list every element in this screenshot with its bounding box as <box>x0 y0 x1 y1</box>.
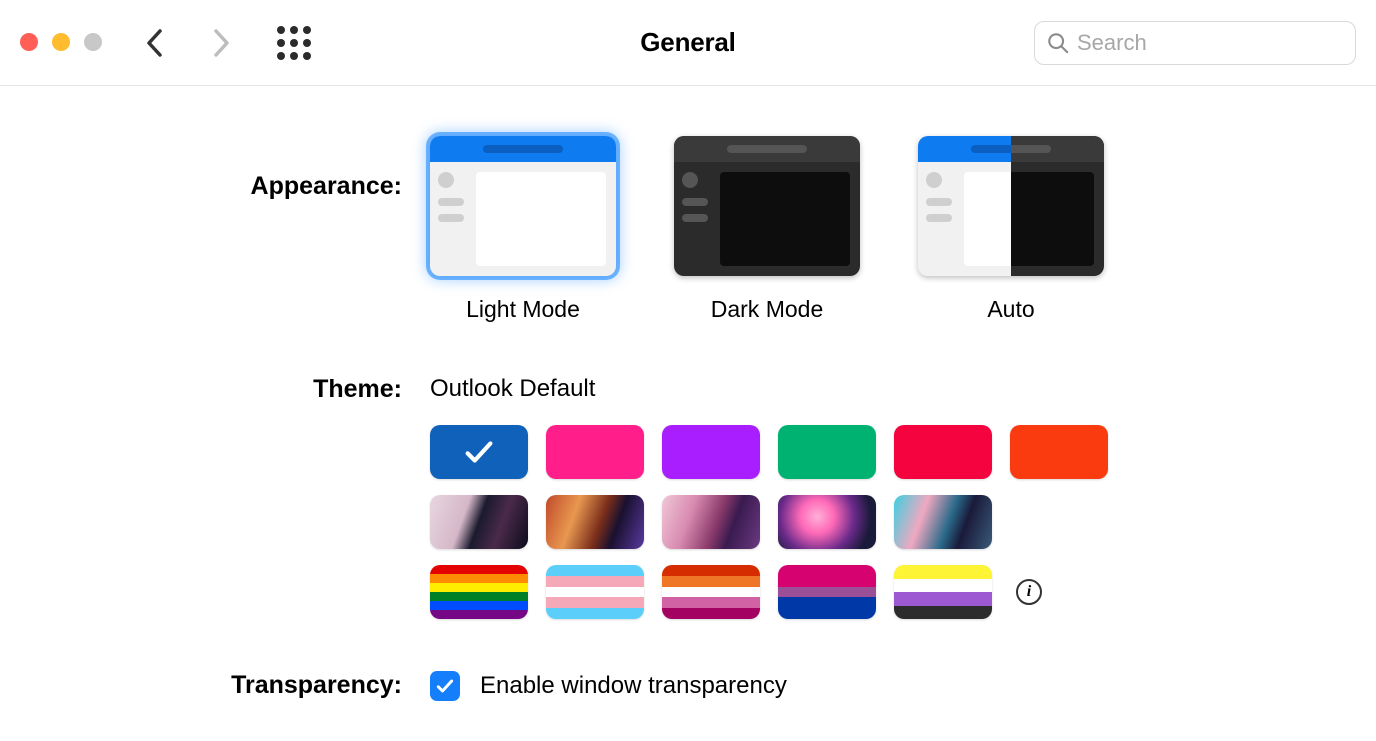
theme-swatch-wallpaper-3[interactable] <box>662 495 760 549</box>
content: Appearance: Light Mode Dark Mode Auto Th… <box>0 86 1376 701</box>
transparency-checkbox[interactable] <box>430 671 460 701</box>
search-icon <box>1047 32 1069 54</box>
appearance-caption-dark: Dark Mode <box>711 296 823 323</box>
theme-swatch-pride-lesbian[interactable] <box>662 565 760 619</box>
theme-label: Theme: <box>40 375 430 619</box>
theme-info-button[interactable]: i <box>1016 579 1042 605</box>
appearance-thumb-dark[interactable] <box>674 136 860 276</box>
search-input[interactable] <box>1077 30 1343 56</box>
appearance-caption-light: Light Mode <box>466 296 580 323</box>
theme-swatch-magenta[interactable] <box>546 425 644 479</box>
theme-swatch-row-1 <box>430 495 1336 549</box>
appearance-section: Appearance: Light Mode Dark Mode Auto <box>40 136 1336 323</box>
forward-button[interactable] <box>208 30 234 56</box>
theme-swatch-wallpaper-4[interactable] <box>778 495 876 549</box>
close-window-button[interactable] <box>20 33 38 51</box>
theme-section: Theme: Outlook Default i <box>40 375 1336 619</box>
toolbar: General <box>0 0 1376 86</box>
theme-swatch-row-2: i <box>430 565 1336 619</box>
window-title: General <box>640 27 735 58</box>
nav-arrows <box>142 30 234 56</box>
theme-swatch-orange[interactable] <box>1010 425 1108 479</box>
search-field[interactable] <box>1034 21 1356 65</box>
theme-swatch-wallpaper-1[interactable] <box>430 495 528 549</box>
transparency-label: Transparency: <box>40 671 430 701</box>
theme-swatch-outlook-default[interactable] <box>430 425 528 479</box>
theme-swatch-pride-nonbinary[interactable] <box>894 565 992 619</box>
theme-selected-name: Outlook Default <box>430 375 1336 403</box>
transparency-section: Transparency: Enable window transparency <box>40 671 1336 701</box>
appearance-option-dark[interactable]: Dark Mode <box>674 136 860 323</box>
back-button[interactable] <box>142 30 168 56</box>
theme-swatch-wallpaper-5[interactable] <box>894 495 992 549</box>
appearance-label: Appearance: <box>40 136 430 323</box>
appearance-thumb-auto[interactable] <box>918 136 1104 276</box>
theme-swatch-green[interactable] <box>778 425 876 479</box>
theme-swatch-pride-trans[interactable] <box>546 565 644 619</box>
theme-swatch-purple[interactable] <box>662 425 760 479</box>
theme-swatch-wallpaper-2[interactable] <box>546 495 644 549</box>
appearance-thumb-light[interactable] <box>430 136 616 276</box>
maximize-window-button[interactable] <box>84 33 102 51</box>
appearance-option-auto[interactable]: Auto <box>918 136 1104 323</box>
window-controls <box>20 33 102 51</box>
theme-swatch-pride-bisexual[interactable] <box>778 565 876 619</box>
appearance-caption-auto: Auto <box>987 296 1034 323</box>
theme-swatch-pride-rainbow[interactable] <box>430 565 528 619</box>
theme-swatch-red[interactable] <box>894 425 992 479</box>
minimize-window-button[interactable] <box>52 33 70 51</box>
appearance-option-light[interactable]: Light Mode <box>430 136 616 323</box>
theme-swatch-row-0 <box>430 425 1336 479</box>
transparency-checkbox-label: Enable window transparency <box>480 672 787 700</box>
show-all-prefs-button[interactable] <box>274 23 314 63</box>
